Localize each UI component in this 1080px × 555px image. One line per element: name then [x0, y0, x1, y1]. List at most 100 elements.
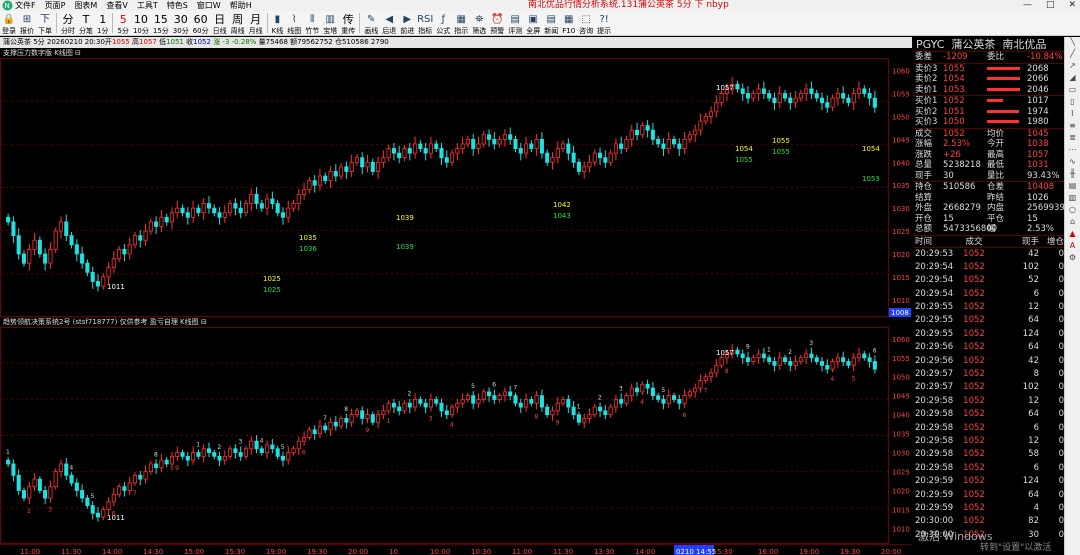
grid-tool-icon[interactable]: ╫: [1065, 169, 1080, 181]
candle: [650, 129, 655, 140]
toolbar-button-3[interactable]: 分分时: [59, 10, 77, 35]
info-close: 1052: [193, 38, 211, 46]
toolbar-button-27[interactable]: ▤ 评测: [506, 10, 524, 35]
toolbar-button-31[interactable]: ⬚ 咨询: [577, 10, 595, 35]
kline-chart[interactable]: 1060 1055 1050 1045 1040 1035 1030 1025 1020 1015…: [0, 48, 912, 544]
toolbar-button-0[interactable]: 🔒 登录: [0, 10, 18, 35]
toolbar-button-23[interactable]: ƒ 公式: [434, 10, 452, 35]
menu-item-7[interactable]: 帮助H: [230, 1, 252, 10]
menu-item-6[interactable]: 窗口W: [197, 1, 221, 10]
toolbar-button-5[interactable]: 1 1分: [95, 10, 110, 35]
toolbar-button-28[interactable]: ▣ 全屏: [524, 10, 542, 35]
candle: [592, 406, 597, 416]
toolbar-button-2[interactable]: 下下单: [36, 10, 54, 35]
menu-item-5[interactable]: 特色S: [167, 1, 188, 10]
close-button[interactable]: ✕: [1068, 0, 1076, 11]
toolbar-button-12[interactable]: 周周线: [229, 10, 247, 35]
curve-tool-icon[interactable]: ∿: [1065, 157, 1080, 169]
candle: [798, 93, 803, 99]
candle: [539, 138, 544, 154]
toolbar-label: 竹节: [305, 27, 320, 35]
tick-row: 20:29:58 1052 6 0: [913, 422, 1064, 435]
candle: [328, 421, 333, 431]
menu-item-2[interactable]: 图表M: [74, 1, 97, 10]
text-tool-icon[interactable]: A: [1065, 241, 1080, 253]
toolbar-button-7[interactable]: 10 10分: [131, 10, 151, 35]
candle: [841, 357, 846, 362]
candle: [640, 125, 645, 136]
parallel-tool-icon[interactable]: ≡: [1065, 121, 1080, 133]
triangle-tool-icon[interactable]: ◢: [1065, 73, 1080, 85]
stat-label: 现手: [915, 170, 933, 181]
toolbar-button-6[interactable]: 5 5分: [115, 10, 130, 35]
tick-cell: 0: [1058, 369, 1064, 380]
tick-cell: 0: [1058, 395, 1064, 406]
dots-tool-icon[interactable]: ⋯: [1065, 145, 1080, 157]
rect-tool-icon[interactable]: ▭: [1065, 85, 1080, 97]
toolbar-button-18[interactable]: 传重传: [339, 10, 357, 35]
toolbar-button-30[interactable]: ▦ F10: [560, 10, 577, 35]
toolbar-button-4[interactable]: T 分笔: [77, 10, 95, 35]
table-tool-icon[interactable]: ▥: [1065, 193, 1080, 205]
candle: [566, 399, 571, 408]
candle: [819, 361, 825, 366]
toolbar-button-10[interactable]: 60 60分: [191, 10, 211, 35]
toolbar-button-32[interactable]: ?! 提示: [595, 10, 613, 35]
fib-tool-icon[interactable]: ≣: [1065, 133, 1080, 145]
line-tool-icon[interactable]: ╲: [1065, 37, 1080, 49]
maximize-button[interactable]: □: [1046, 0, 1055, 11]
toolbar-button-20[interactable]: ◀ 后退: [380, 10, 398, 35]
time-axis-label: 5:30: [717, 548, 733, 555]
toolbar-button-19[interactable]: ✎ 画线: [362, 10, 380, 35]
circle-tool-icon[interactable]: ○: [1065, 205, 1080, 217]
wave-tool-icon[interactable]: ⌇: [1065, 109, 1080, 121]
tick-cell: 1052: [963, 342, 985, 353]
y-axis-label: 1060: [892, 68, 910, 76]
tick-cell: 1052: [963, 302, 985, 313]
toolbar-button-8[interactable]: 15 15分: [151, 10, 171, 35]
minimize-button[interactable]: —: [1023, 0, 1032, 11]
toolbar-button-21[interactable]: ▶ 前进: [398, 10, 416, 35]
toolbar-button-11[interactable]: 日日线: [211, 10, 229, 35]
toolbar-button-16[interactable]: ⦀ 竹节: [303, 10, 321, 35]
toolbar-button-15[interactable]: ⌇ 线图: [285, 10, 303, 35]
indicator-icon: RSI: [417, 13, 434, 25]
order-icon: 下: [40, 13, 50, 25]
signal-digit: 5: [661, 387, 665, 394]
toolbar-button-9[interactable]: 30 30分: [171, 10, 191, 35]
menu-item-0[interactable]: 文件F: [15, 1, 36, 10]
up-tool-icon[interactable]: ▲: [1065, 229, 1080, 241]
tick-header-cell: 成交: [965, 236, 983, 247]
toolbar-button-22[interactable]: RSI 指标: [416, 10, 434, 35]
toolbar-button-14[interactable]: ▮ K线: [270, 10, 286, 35]
home-tool-icon[interactable]: ⌂: [1065, 217, 1080, 229]
stat-label: 外盘: [915, 203, 933, 213]
stat-label: 平仓: [987, 213, 1005, 224]
toolbar-button-29[interactable]: ▤ 新闻: [542, 10, 560, 35]
settings-tool-icon[interactable]: ⚙: [1065, 253, 1080, 265]
toolbar-label: 画线: [364, 27, 379, 35]
stat-value: [943, 193, 987, 204]
book-qty: 2068: [1027, 63, 1049, 74]
candle: [238, 452, 243, 457]
toolbar-button-1[interactable]: ⊞ 报价: [18, 10, 36, 35]
menu-item-4[interactable]: 工具T: [137, 1, 158, 10]
column-tool-icon[interactable]: ▯: [1065, 97, 1080, 109]
ray-tool-icon[interactable]: ╱: [1065, 49, 1080, 61]
signal-digit: 1: [767, 347, 771, 354]
candle: [809, 88, 814, 94]
toolbar-button-26[interactable]: ⏰ 预警: [488, 10, 506, 35]
stat-row: 外盘 2668279 内盘 2569939: [913, 203, 1065, 214]
book-label: 卖价1: [915, 84, 938, 95]
candle: [756, 88, 761, 94]
toolbar-button-24[interactable]: ▦ 指示: [452, 10, 470, 35]
toolbar-button-13[interactable]: 月月线: [247, 10, 265, 35]
toolbar-button-17[interactable]: ▥ 宝塔: [321, 10, 339, 35]
menu-item-3[interactable]: 查看V: [106, 1, 127, 10]
menu-item-1[interactable]: 页面P: [45, 1, 66, 10]
toolbar-button-25[interactable]: ⛯ 筛选: [470, 10, 488, 35]
candle: [693, 129, 698, 136]
tick-cell: 1052: [963, 369, 985, 380]
box-tool-icon[interactable]: ▤: [1065, 181, 1080, 193]
arrow-tool-icon[interactable]: ↗: [1065, 61, 1080, 73]
